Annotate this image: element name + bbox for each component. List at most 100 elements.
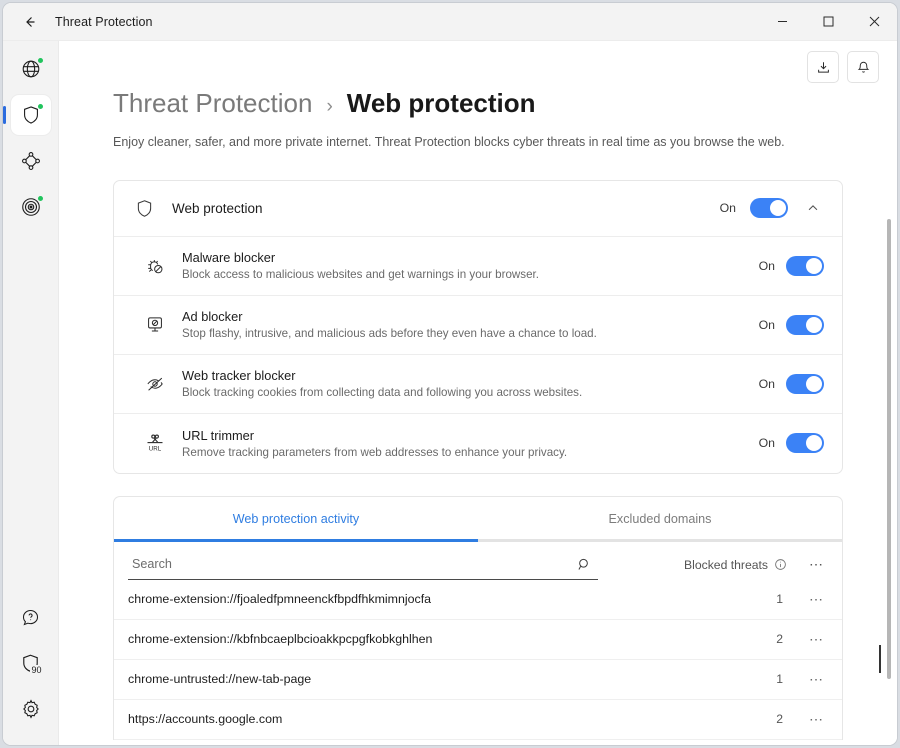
feature-title: URL trimmer <box>182 427 255 443</box>
master-icon-wrap <box>134 198 160 219</box>
chevron-right-icon: › <box>326 96 333 117</box>
master-label: Web protection <box>172 200 263 216</box>
feature-text: Malware blocker Block access to maliciou… <box>182 250 539 281</box>
row-options-button[interactable]: ⋯ <box>809 631 824 648</box>
scrollbar-thumb[interactable] <box>887 219 891 679</box>
sidebar-item-help[interactable] <box>11 597 51 637</box>
search-input[interactable] <box>132 557 577 572</box>
bell-icon <box>857 61 869 73</box>
toggle-knob <box>770 200 786 217</box>
feature-icon-wrap <box>140 314 170 336</box>
table-options-button[interactable]: ⋯ <box>809 556 824 573</box>
table-row[interactable]: chrome-untrusted://new-tab-page 1 ⋯ <box>114 660 842 700</box>
shield-icon <box>137 200 152 217</box>
row-options-button[interactable]: ⋯ <box>809 711 824 728</box>
activity-count: 1 <box>776 672 783 687</box>
download-icon <box>817 61 829 73</box>
close-button[interactable] <box>851 3 897 41</box>
column-header-blocked-threats: Blocked threats <box>684 558 787 572</box>
activity-url: chrome-untrusted://new-tab-page <box>128 672 312 687</box>
column-header-label: Blocked threats <box>683 557 768 572</box>
feature-controls: On <box>745 314 824 335</box>
malware-blocker-toggle[interactable] <box>786 255 824 276</box>
maximize-button[interactable] <box>805 3 851 41</box>
feature-state-label: On <box>758 376 775 391</box>
back-button[interactable] <box>13 7 47 37</box>
status-badge <box>36 103 44 110</box>
page-content: Threat Protection › Web protection Enjoy… <box>59 41 897 740</box>
status-badge <box>36 195 44 202</box>
table-row[interactable]: https://accounts.google.com 2 ⋯ <box>114 700 842 740</box>
tab-web-protection-activity[interactable]: Web protection activity <box>114 497 478 542</box>
tab-excluded-domains[interactable]: Excluded domains <box>478 497 842 542</box>
feature-text: Ad blocker Stop flashy, intrusive, and m… <box>182 309 597 340</box>
activity-count: 1 <box>776 592 783 607</box>
feature-state-label: On <box>758 436 775 451</box>
ad-blocked-monitor-icon <box>148 317 162 332</box>
url-trimmer-toggle[interactable] <box>786 433 824 454</box>
toggle-knob <box>806 316 822 333</box>
feature-icon-wrap <box>140 373 170 395</box>
activity-url: chrome-extension://fjoaledfpmneenckfbpdf… <box>128 592 432 607</box>
malware-bug-blocked-icon <box>148 260 163 274</box>
feature-description: Block access to malicious websites and g… <box>182 268 539 282</box>
svg-text:URL: URL <box>149 446 162 453</box>
search-icon[interactable] <box>577 557 592 572</box>
feature-controls: On <box>745 373 824 394</box>
web-protection-master-row: Web protection On <box>114 181 842 237</box>
feature-title: Malware blocker <box>182 250 276 266</box>
search-and-columns: Blocked threats ⋯ <box>114 542 842 580</box>
feature-row-web-tracker-blocker: Web tracker blocker Block tracking cooki… <box>114 355 842 414</box>
status-badge <box>36 57 44 64</box>
activity-url: https://accounts.google.com <box>128 712 283 727</box>
feature-row-url-trimmer: URL URL trimmer Remove tracking paramete… <box>114 414 842 473</box>
arrow-left-icon <box>26 16 35 27</box>
toggle-knob <box>806 435 822 452</box>
feature-description: Remove tracking parameters from web addr… <box>182 445 568 459</box>
collapse-button[interactable] <box>802 197 824 219</box>
table-row[interactable]: chrome-extension://fjoaledfpmneenckfbpdf… <box>114 580 842 620</box>
top-action-buttons <box>807 51 879 83</box>
app-window: Threat Protection 90 Threat Protection ›… <box>2 2 898 746</box>
web-protection-toggle[interactable] <box>750 198 788 219</box>
ad-blocker-toggle[interactable] <box>786 314 824 335</box>
notifications-button[interactable] <box>847 51 879 83</box>
activity-count: 2 <box>776 632 783 647</box>
sidebar-item-protection-score[interactable]: 90 <box>11 643 51 683</box>
window-controls <box>759 3 897 41</box>
feature-state-label: On <box>758 258 775 273</box>
activity-card: Web protection activity Excluded domains <box>113 495 843 740</box>
toggle-knob <box>806 257 822 274</box>
search-field[interactable] <box>128 550 598 580</box>
sidebar: 90 <box>3 41 59 745</box>
page-title: Web protection <box>346 88 536 118</box>
minimize-button[interactable] <box>759 3 805 41</box>
table-row[interactable]: chrome-extension://kbfnbcaeplbcioakkpcpg… <box>114 620 842 660</box>
sidebar-item-settings[interactable] <box>11 689 51 729</box>
feature-controls: On <box>745 255 824 276</box>
feature-icon-wrap <box>140 255 170 277</box>
tab-bar: Web protection activity Excluded domains <box>114 497 842 542</box>
sidebar-bottom-group: 90 <box>11 597 51 735</box>
sidebar-item-dark-web-monitor[interactable] <box>11 187 51 227</box>
feature-icon-wrap: URL <box>140 431 170 455</box>
feature-description: Stop flashy, intrusive, and malicious ad… <box>182 327 597 341</box>
sidebar-item-vpn[interactable] <box>11 49 51 89</box>
feature-title: Web tracker blocker <box>182 368 296 384</box>
feature-row-malware-blocker: Malware blocker Block access to maliciou… <box>114 237 842 296</box>
vertical-scrollbar[interactable] <box>884 41 894 745</box>
row-options-button[interactable]: ⋯ <box>809 591 824 608</box>
help-icon <box>22 609 39 625</box>
sidebar-item-meshnet[interactable] <box>11 141 51 181</box>
master-controls: On <box>720 197 824 219</box>
master-state-label: On <box>719 201 736 216</box>
eye-off-icon <box>147 377 163 391</box>
downloads-button[interactable] <box>807 51 839 83</box>
info-icon[interactable] <box>774 558 787 571</box>
row-options-button[interactable]: ⋯ <box>809 671 824 688</box>
web-tracker-blocker-toggle[interactable] <box>786 373 824 394</box>
sidebar-item-threat-protection[interactable] <box>3 95 51 135</box>
feature-text: URL trimmer Remove tracking parameters f… <box>182 428 567 459</box>
breadcrumb-parent[interactable]: Threat Protection <box>113 87 312 120</box>
protection-score-value: 90 <box>30 665 43 675</box>
